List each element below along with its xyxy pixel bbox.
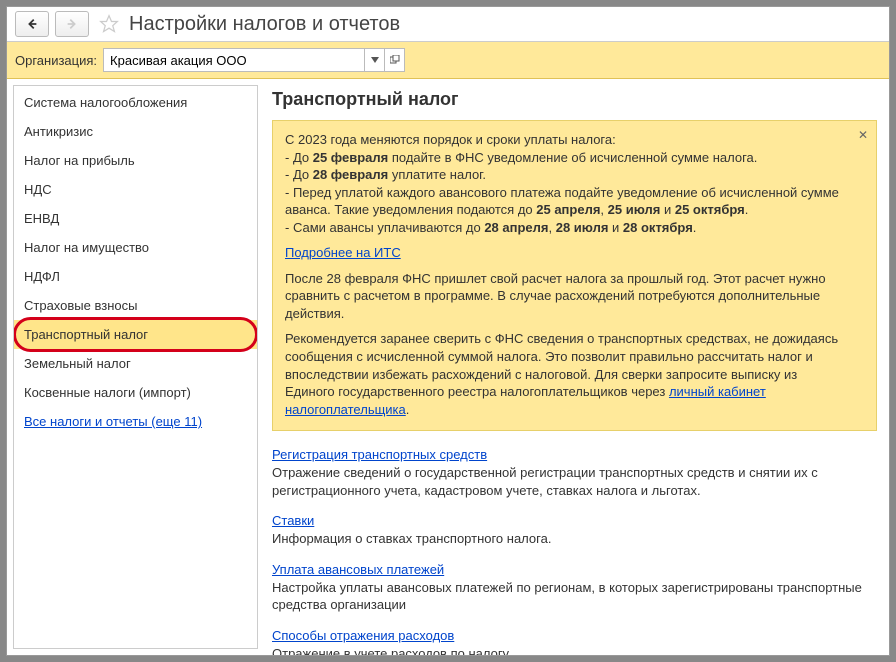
notice-box: ✕ С 2023 года меняются порядок и сроки у…	[272, 120, 877, 431]
notice-date: 28 июля	[556, 220, 609, 235]
notice-line1: С 2023 года меняются порядок и сроки упл…	[285, 132, 616, 147]
notice-para2: После 28 февраля ФНС пришлет свой расчет…	[285, 270, 848, 323]
org-label: Организация:	[15, 53, 97, 68]
link-expense-methods[interactable]: Способы отражения расходов	[272, 628, 454, 643]
notice-text: ,	[600, 202, 607, 217]
link-advance-payments[interactable]: Уплата авансовых платежей	[272, 562, 444, 577]
sidebar-item-nds[interactable]: НДС	[14, 175, 257, 204]
notice-text: .	[693, 220, 697, 235]
favorite-star-icon[interactable]	[99, 14, 119, 34]
main-content: Транспортный налог ✕ С 2023 года меняютс…	[258, 79, 889, 655]
sidebar-item-anticrisis[interactable]: Антикризис	[14, 117, 257, 146]
notice-date: 25 апреля	[536, 202, 600, 217]
sidebar-item-profit-tax[interactable]: Налог на прибыль	[14, 146, 257, 175]
main-heading: Транспортный налог	[272, 89, 877, 110]
sidebar-item-land-tax[interactable]: Земельный налог	[14, 349, 257, 378]
desc-advance-payments: Настройка уплаты авансовых платежей по р…	[272, 579, 877, 614]
notice-text: .	[745, 202, 749, 217]
notice-text: уплатите налог.	[388, 167, 486, 182]
notice-close-icon[interactable]: ✕	[858, 127, 868, 143]
org-field[interactable]	[103, 48, 405, 72]
org-open-button[interactable]	[384, 49, 404, 71]
desc-expense-methods: Отражение в учете расходов по налогу.	[272, 645, 877, 655]
notice-text: подайте в ФНС уведомление об исчисленной…	[388, 150, 757, 165]
notice-date: 25 июля	[608, 202, 661, 217]
sidebar-all-taxes-link[interactable]: Все налоги и отчеты (еще 11)	[14, 407, 257, 436]
notice-date: 28 октября	[623, 220, 693, 235]
notice-more-link[interactable]: Подробнее на ИТС	[285, 245, 401, 260]
desc-registration: Отражение сведений о государственной рег…	[272, 464, 877, 499]
page-title: Настройки налогов и отчетов	[129, 13, 400, 36]
sidebar-item-tax-system[interactable]: Система налогообложения	[14, 88, 257, 117]
notice-text: - До	[285, 150, 313, 165]
org-input[interactable]	[104, 49, 364, 71]
sidebar-item-insurance[interactable]: Страховые взносы	[14, 291, 257, 320]
sidebar-item-indirect-taxes[interactable]: Косвенные налоги (импорт)	[14, 378, 257, 407]
link-rates[interactable]: Ставки	[272, 513, 314, 528]
link-registration[interactable]: Регистрация транспортных средств	[272, 447, 487, 462]
notice-text: .	[406, 402, 410, 417]
sidebar: Система налогообложения Антикризис Налог…	[13, 85, 258, 649]
sidebar-item-property-tax[interactable]: Налог на имущество	[14, 233, 257, 262]
forward-button[interactable]	[55, 11, 89, 37]
notice-text: ,	[549, 220, 556, 235]
back-button[interactable]	[15, 11, 49, 37]
notice-date: 25 октября	[675, 202, 745, 217]
notice-text: и	[660, 202, 675, 217]
org-dropdown-button[interactable]	[364, 49, 384, 71]
desc-rates: Информация о ставках транспортного налог…	[272, 530, 877, 548]
notice-date: 25 февраля	[313, 150, 389, 165]
sidebar-item-envd[interactable]: ЕНВД	[14, 204, 257, 233]
notice-date: 28 февраля	[313, 167, 389, 182]
sidebar-item-ndfl[interactable]: НДФЛ	[14, 262, 257, 291]
sidebar-item-label: Транспортный налог	[24, 327, 148, 342]
notice-text: - До	[285, 167, 313, 182]
sidebar-item-transport-tax[interactable]: Транспортный налог	[14, 320, 257, 349]
notice-text: - Сами авансы уплачиваются до	[285, 220, 484, 235]
notice-date: 28 апреля	[484, 220, 548, 235]
notice-text: и	[608, 220, 623, 235]
